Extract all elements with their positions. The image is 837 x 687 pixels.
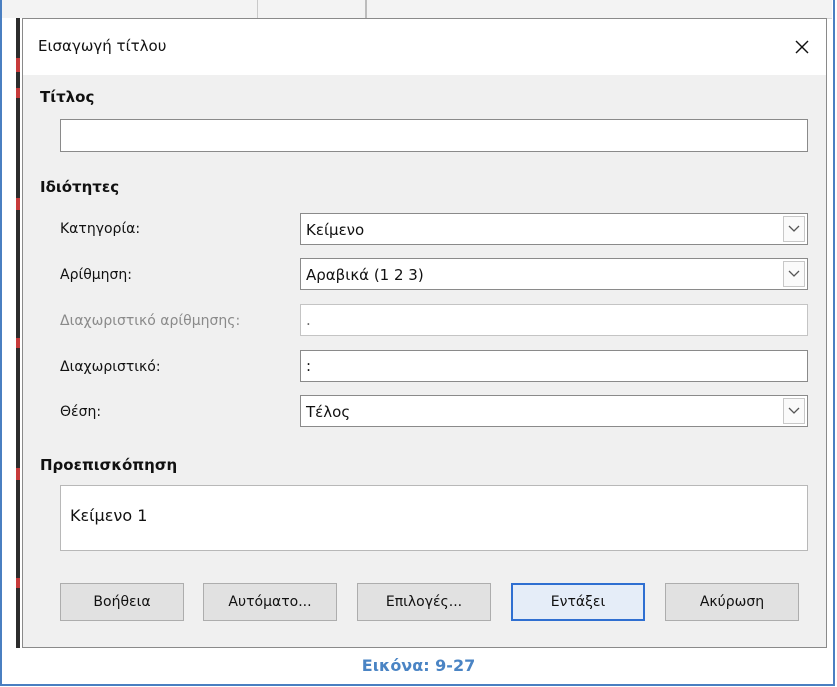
- figure-frame: [0, 0, 835, 686]
- figure-caption: Εικόνα: 9-27: [361, 656, 476, 675]
